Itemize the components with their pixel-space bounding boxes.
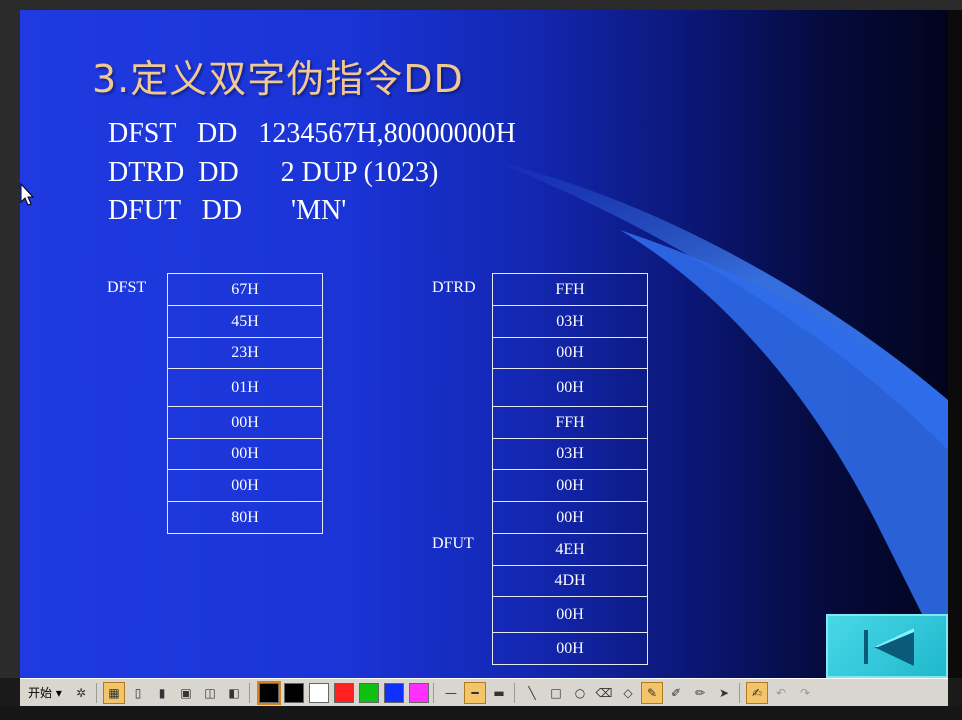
eraser-icon[interactable]: ◇ <box>617 682 639 704</box>
memory-label-dtrd: DTRD <box>432 279 476 296</box>
capture-icon[interactable]: ▣ <box>175 682 197 704</box>
brush-tool-icon[interactable]: ✐ <box>665 682 687 704</box>
toolbar-separator <box>433 682 434 703</box>
memory-cell: 80H <box>167 501 323 534</box>
window-bottom-border <box>0 706 962 720</box>
memory-cell: 00H <box>167 406 323 439</box>
memory-cell: 00H <box>492 501 648 534</box>
color-swatch[interactable] <box>284 682 304 703</box>
code-line-dtrd: DTRD DD 2 DUP (1023) <box>108 157 439 188</box>
new-page-icon[interactable]: ▯ <box>127 682 149 704</box>
undo-icon[interactable]: ↶ <box>770 682 792 704</box>
memory-cell: 01H <box>167 368 323 407</box>
memory-cell: 00H <box>167 469 323 502</box>
toolbar-separator <box>96 682 97 703</box>
code-line-dfst: DFST DD 1234567H,80000000H <box>108 118 516 149</box>
rectangle-tool-icon[interactable]: □ <box>545 682 567 704</box>
line-tool-icon[interactable]: ╲ <box>521 682 543 704</box>
ellipse-tool-icon[interactable]: ○ <box>569 682 591 704</box>
toolbar-separator <box>514 682 515 703</box>
pointer-tool-icon[interactable]: ➤ <box>713 682 735 704</box>
memory-label-dfut: DFUT <box>432 535 474 552</box>
memory-cell: 4DH <box>492 565 648 597</box>
highlighter-icon[interactable]: ✏ <box>689 682 711 704</box>
color-palette <box>254 680 429 705</box>
toolbar-separator <box>739 682 740 703</box>
slide-swoosh-decoration <box>490 160 948 650</box>
memory-cell: 45H <box>167 305 323 338</box>
mouse-pointer-icon <box>20 183 34 206</box>
memory-cell: 00H <box>492 596 648 633</box>
memory-cell: FFH <box>492 273 648 306</box>
window-right-border <box>948 10 962 678</box>
screenshot-icon[interactable]: ◫ <box>199 682 221 704</box>
toolbar-separator <box>249 682 250 703</box>
memory-label-dfst: DFST <box>107 279 147 296</box>
memory-cell: 00H <box>492 469 648 502</box>
start-menu-button[interactable]: 开始 ▾ <box>28 684 68 701</box>
first-slide-icon <box>864 628 914 666</box>
pen-tool-icon[interactable]: ✎ <box>641 681 663 704</box>
color-swatch[interactable] <box>409 682 429 703</box>
color-swatch[interactable] <box>257 680 281 705</box>
memory-cell: 00H <box>492 632 648 665</box>
medium-line-icon[interactable]: ━ <box>464 681 486 704</box>
first-slide-button[interactable] <box>826 614 948 678</box>
color-swatch[interactable] <box>334 682 354 703</box>
window-left-border <box>0 10 20 678</box>
memory-cell: 03H <box>492 305 648 338</box>
memory-cell: 23H <box>167 337 323 369</box>
memory-cell: 00H <box>167 438 323 470</box>
memory-cell: 00H <box>492 337 648 369</box>
draw-mode-icon[interactable]: ✍ <box>746 681 768 704</box>
color-swatch[interactable] <box>309 682 329 703</box>
code-line-dfut: DFUT DD 'MN' <box>108 195 347 226</box>
annotation-toolbar: 开始 ▾ ✲ ▦ ▯ ▮ ▣ ◫ ◧ — ━ ▬ ╲ □ ○ ⌫ ◇ ✎ ✐ ✏… <box>20 678 948 706</box>
copy-page-icon[interactable]: ▮ <box>151 682 173 704</box>
window-top-border <box>0 0 962 10</box>
board-icon[interactable]: ◧ <box>223 682 245 704</box>
color-swatch[interactable] <box>359 682 379 703</box>
redo-icon[interactable]: ↷ <box>794 682 816 704</box>
thin-line-icon[interactable]: — <box>440 682 462 704</box>
settings-icon[interactable]: ✲ <box>70 682 92 704</box>
color-swatch[interactable] <box>384 682 404 703</box>
presentation-slide: 3.定义双字伪指令DD DFST DD 1234567H,80000000H D… <box>20 10 948 678</box>
memory-cell: FFH <box>492 406 648 439</box>
thick-line-icon[interactable]: ▬ <box>488 682 510 704</box>
memory-cell: 67H <box>167 273 323 306</box>
memory-cell: 4EH <box>492 533 648 566</box>
select-slide-icon[interactable]: ▦ <box>103 681 125 704</box>
memory-cell: 03H <box>492 438 648 470</box>
eraser-all-icon[interactable]: ⌫ <box>593 682 615 704</box>
slide-title: 3.定义双字伪指令DD <box>92 57 464 101</box>
memory-cell: 00H <box>492 368 648 407</box>
